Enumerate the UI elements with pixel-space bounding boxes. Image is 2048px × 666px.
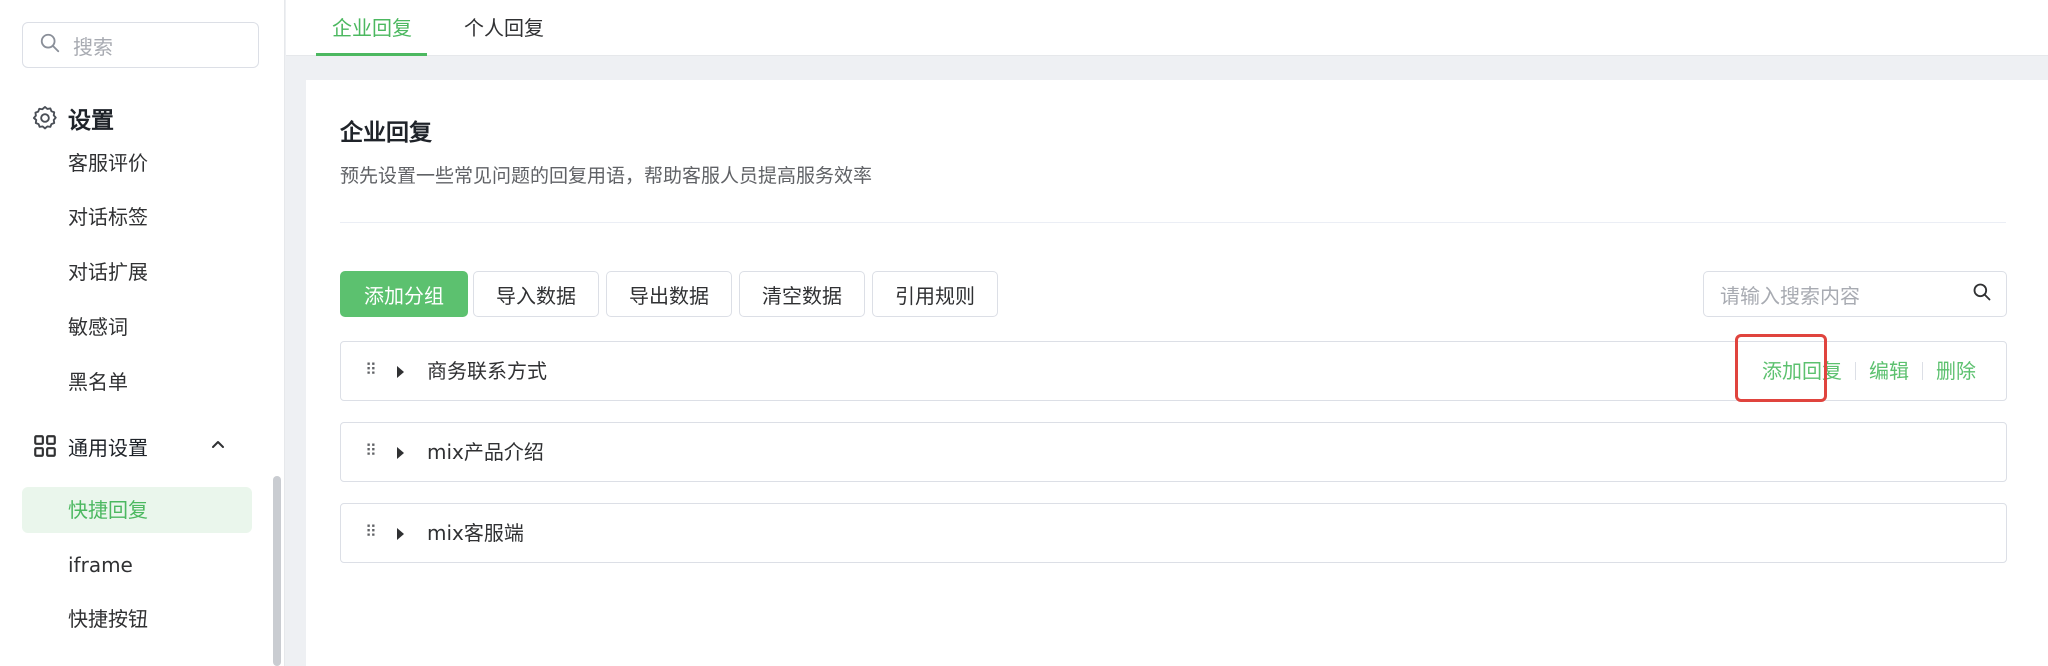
chevron-up-icon[interactable]	[210, 437, 226, 457]
drag-handle-icon[interactable]: ⠿	[365, 441, 377, 460]
divider	[340, 222, 2006, 223]
active-tab-indicator	[316, 53, 427, 56]
action-separator	[1922, 362, 1923, 380]
drag-handle-icon[interactable]: ⠿	[365, 360, 377, 379]
tab-personal-reply[interactable]: 个人回复	[464, 14, 544, 42]
sidebar-item-chat-tags[interactable]: 对话标签	[68, 203, 148, 231]
search-icon[interactable]	[1972, 282, 2006, 306]
settings-section-header[interactable]: 设置	[30, 101, 114, 135]
sidebar-item-blacklist[interactable]: 黑名单	[68, 368, 128, 396]
tab-enterprise-reply[interactable]: 企业回复	[332, 14, 412, 42]
sidebar-item-quick-buttons[interactable]: 快捷按钮	[68, 605, 148, 633]
group-name: 商务联系方式	[427, 359, 547, 383]
clear-data-button[interactable]: 清空数据	[739, 271, 865, 317]
content-card: 企业回复 预先设置一些常见问题的回复用语，帮助客服人员提高服务效率 添加分组 导…	[306, 80, 2048, 666]
caret-right-icon[interactable]	[397, 528, 404, 540]
delete-link[interactable]: 删除	[1936, 357, 1976, 385]
caret-right-icon[interactable]	[397, 366, 404, 378]
sidebar-item-service-rating[interactable]: 客服评价	[68, 153, 148, 177]
sidebar-search-placeholder: 搜索	[73, 34, 113, 59]
group-name: mix产品介绍	[427, 440, 544, 464]
general-settings-section-header[interactable]: 通用设置	[30, 431, 240, 461]
sidebar-item-chat-extensions[interactable]: 对话扩展	[68, 258, 148, 286]
search-icon	[39, 32, 61, 58]
group-name: mix客服端	[427, 521, 524, 545]
add-group-button[interactable]: 添加分组	[340, 271, 468, 317]
drag-handle-icon[interactable]: ⠿	[365, 522, 377, 541]
import-data-button[interactable]: 导入数据	[473, 271, 599, 317]
edit-link[interactable]: 编辑	[1869, 357, 1909, 385]
page-description: 预先设置一些常见问题的回复用语，帮助客服人员提高服务效率	[340, 165, 873, 187]
grid-icon	[30, 431, 60, 461]
sidebar-item-iframe[interactable]: iframe	[68, 551, 133, 579]
sidebar-scrollbar[interactable]	[273, 476, 281, 666]
reference-rules-button[interactable]: 引用规则	[872, 271, 998, 317]
group-row[interactable]: ⠿ mix产品介绍	[340, 422, 2007, 482]
content-search-placeholder: 请输入搜索内容	[1720, 283, 1860, 308]
sidebar-search-input[interactable]: 搜索	[22, 22, 259, 68]
export-data-button[interactable]: 导出数据	[606, 271, 732, 317]
content-search-input[interactable]: 请输入搜索内容	[1703, 271, 2007, 317]
tab-bar: 企业回复 个人回复	[286, 0, 2048, 56]
action-separator	[1855, 362, 1856, 380]
group-row[interactable]: ⠿ mix客服端	[340, 503, 2007, 563]
sidebar-item-quick-reply[interactable]: 快捷回复	[68, 496, 148, 524]
annotation-highlight-box	[1735, 334, 1827, 402]
settings-section-label: 设置	[68, 108, 114, 134]
page-title: 企业回复	[340, 120, 432, 146]
general-settings-label: 通用设置	[68, 435, 148, 460]
caret-right-icon[interactable]	[397, 447, 404, 459]
gear-icon	[30, 103, 60, 133]
sidebar: 搜索 设置 客服评价 对话标签 对话扩展 敏感词 黑名单 通用设置 快捷回复 i…	[0, 0, 285, 666]
sidebar-item-sensitive-words[interactable]: 敏感词	[68, 313, 128, 341]
